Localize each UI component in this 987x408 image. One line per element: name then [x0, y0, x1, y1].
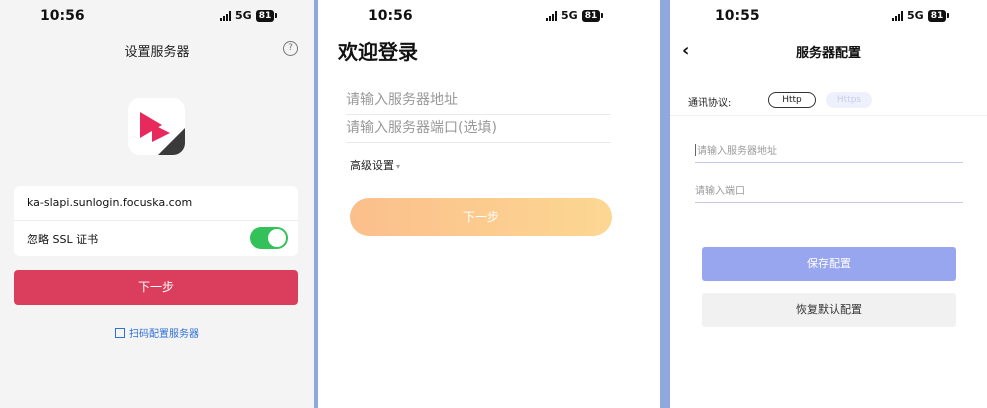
- ssl-ignore-toggle[interactable]: [250, 227, 288, 249]
- server-address-field[interactable]: ka-slapi.sunlogin.focuska.com: [27, 196, 192, 209]
- battery-icon: 81: [255, 9, 278, 22]
- battery-icon: 81: [927, 9, 950, 22]
- server-port-input[interactable]: 请输入端口: [695, 182, 963, 203]
- battery-level: 81: [255, 9, 275, 22]
- login-screen: 10:56 5G 81 欢迎登录 请输入服务器地址 请输入服务器端口(选填) 高…: [318, 0, 660, 408]
- protocol-option-https[interactable]: Https: [826, 92, 872, 108]
- status-time: 10:55: [715, 8, 760, 24]
- scan-icon: [115, 328, 125, 338]
- network-label: 5G: [235, 9, 252, 22]
- battery-level: 81: [927, 9, 947, 22]
- battery-icon: 81: [581, 9, 604, 22]
- advanced-settings-toggle[interactable]: 高级设置 ▾: [350, 157, 400, 173]
- status-indicators: 5G 81: [892, 9, 950, 22]
- protocol-option-http[interactable]: Http: [768, 92, 816, 108]
- protocol-label: 通讯协议:: [688, 98, 732, 109]
- status-time: 10:56: [40, 8, 85, 24]
- app-logo: [128, 98, 185, 155]
- server-config-screen: 10:55 5G 81 ‹ 服务器配置 通讯协议: Http Https 请输入…: [670, 0, 987, 408]
- page-title: 设置服务器: [124, 45, 190, 60]
- status-indicators: 5G 81: [546, 9, 604, 22]
- server-setup-screen: 10:56 5G 81 设置服务器 ? ka-slapi.sunlogin.fo…: [0, 0, 314, 408]
- divider: [670, 115, 987, 116]
- battery-level: 81: [581, 9, 601, 22]
- server-config-card: ka-slapi.sunlogin.focuska.com 忽略 SSL 证书: [14, 186, 298, 256]
- signal-icon: [546, 10, 557, 21]
- scan-config-link[interactable]: 扫码配置服务器: [0, 325, 314, 340]
- network-label: 5G: [907, 9, 924, 22]
- server-address-placeholder: 请输入服务器地址: [697, 146, 777, 157]
- server-address-input[interactable]: 请输入服务器地址: [695, 142, 963, 163]
- next-button[interactable]: 下一步: [14, 270, 298, 305]
- advanced-settings-label: 高级设置: [350, 159, 394, 172]
- page-title: 欢迎登录: [338, 40, 418, 64]
- server-address-input[interactable]: 请输入服务器地址: [346, 86, 611, 115]
- server-port-input[interactable]: 请输入服务器端口(选填): [346, 114, 611, 143]
- signal-icon: [892, 10, 903, 21]
- status-indicators: 5G 81: [220, 9, 278, 22]
- ssl-ignore-label: 忽略 SSL 证书: [27, 233, 99, 246]
- network-label: 5G: [561, 9, 578, 22]
- restore-default-button[interactable]: 恢复默认配置: [702, 293, 956, 327]
- scan-config-label: 扫码配置服务器: [129, 329, 199, 340]
- save-config-button[interactable]: 保存配置: [702, 247, 956, 281]
- help-icon[interactable]: ?: [283, 41, 298, 56]
- chevron-down-icon: ▾: [396, 162, 401, 171]
- divider: [14, 220, 298, 221]
- next-button[interactable]: 下一步: [350, 198, 612, 236]
- page-title: 服务器配置: [795, 46, 861, 61]
- text-cursor: [695, 144, 696, 156]
- status-time: 10:56: [368, 8, 413, 24]
- signal-icon: [220, 10, 231, 21]
